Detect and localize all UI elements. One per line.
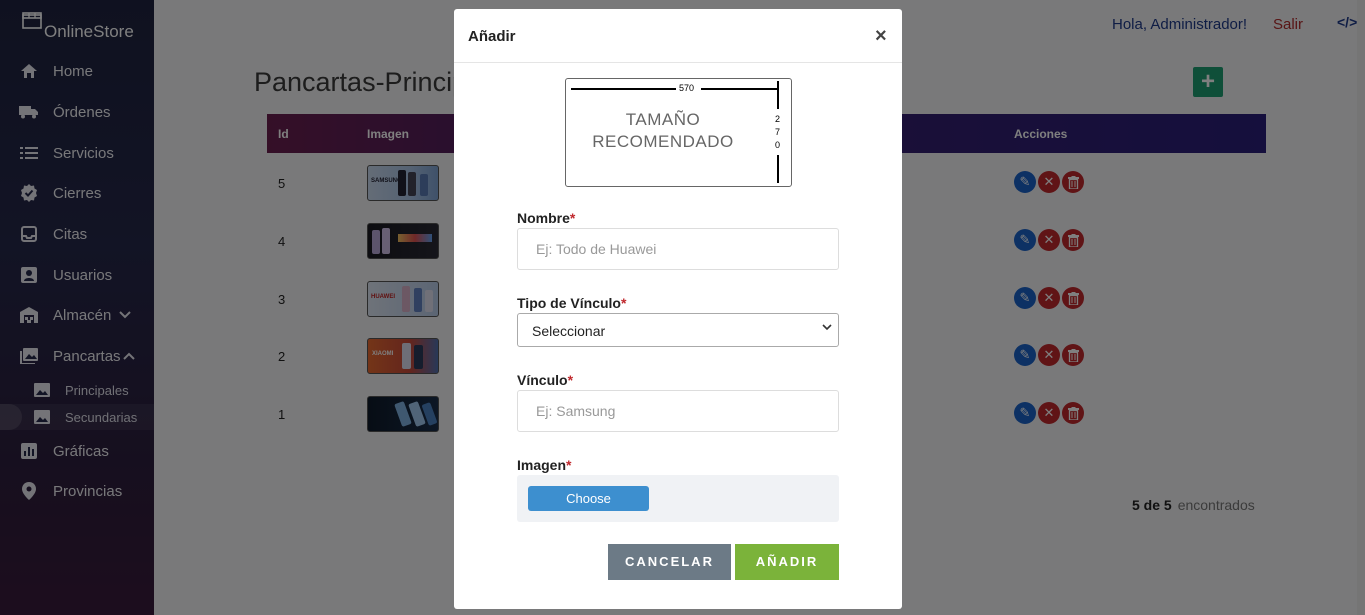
modal-header: Añadir × <box>454 9 902 63</box>
choose-file-button[interactable]: Choose <box>528 486 649 511</box>
modal-title: Añadir <box>468 28 516 45</box>
recommended-height: 2 7 0 <box>775 114 781 150</box>
link-type-select[interactable]: Seleccionar <box>517 313 839 347</box>
name-label: Nombre* <box>517 210 576 226</box>
recommended-size-text: TAMAÑO RECOMENDADO <box>592 110 734 151</box>
close-icon[interactable]: × <box>875 25 887 48</box>
chevron-down-icon <box>822 322 832 334</box>
link-type-value: Seleccionar <box>532 323 606 339</box>
link-placeholder: Ej: Samsung <box>536 403 616 419</box>
name-field[interactable]: Ej: Todo de Huawei <box>517 228 839 270</box>
link-label: Vínculo* <box>517 372 574 388</box>
cancel-button[interactable]: CANCELAR <box>608 544 731 580</box>
recommended-size-box: 570 2 7 0 TAMAÑO RECOMENDADO <box>565 78 792 187</box>
add-button[interactable]: AÑADIR <box>735 544 839 580</box>
add-banner-modal: Añadir × 570 2 7 0 TAMAÑO RECOMENDADO No… <box>454 9 902 609</box>
image-label: Imagen* <box>517 457 572 473</box>
name-placeholder: Ej: Todo de Huawei <box>536 241 657 257</box>
recommended-width: 570 <box>679 83 695 93</box>
image-file-input: Choose <box>517 475 839 522</box>
link-field[interactable]: Ej: Samsung <box>517 390 839 432</box>
link-type-label: Tipo de Vínculo* <box>517 295 627 311</box>
